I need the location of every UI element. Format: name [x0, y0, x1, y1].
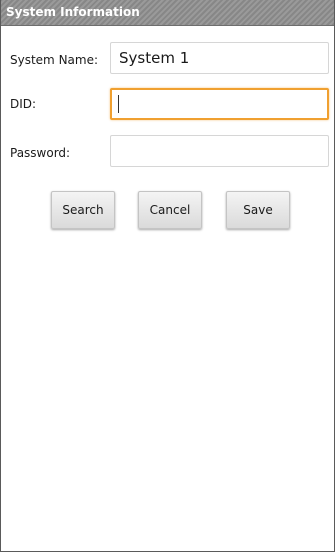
password-input[interactable]: [110, 135, 329, 167]
system-name-label: System Name:: [10, 53, 99, 67]
search-button[interactable]: Search: [51, 191, 115, 229]
cancel-button[interactable]: Cancel: [138, 191, 202, 229]
window-title: System Information: [6, 5, 140, 19]
save-button[interactable]: Save: [226, 191, 290, 229]
title-bar: System Information: [0, 0, 335, 26]
system-name-input[interactable]: [110, 42, 329, 74]
password-label: Password:: [10, 146, 71, 160]
text-caret: [118, 95, 119, 113]
did-label: DID:: [10, 97, 37, 111]
window-frame: [0, 0, 335, 552]
did-input[interactable]: [110, 88, 329, 120]
